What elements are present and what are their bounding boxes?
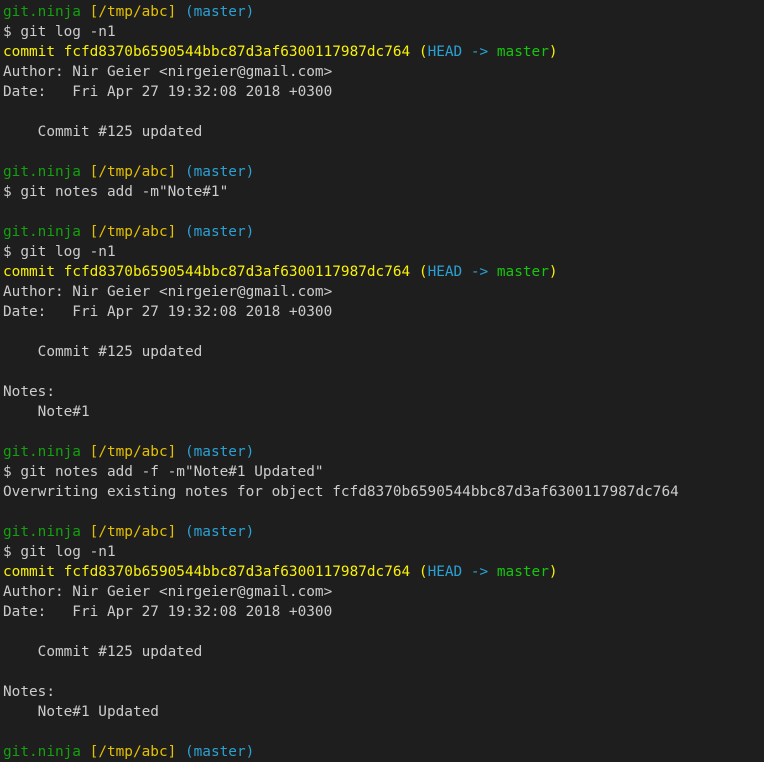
- ref-arrow: ->: [470, 564, 489, 580]
- master-ref: master: [496, 264, 549, 280]
- prompt-path: [/tmp/abc]: [89, 524, 177, 540]
- prompt-path: [/tmp/abc]: [89, 164, 177, 180]
- command-line: $ git log -n1: [3, 24, 116, 40]
- prompt-line: git.ninja [/tmp/abc] (master): [3, 222, 764, 242]
- prompt-path: [/tmp/abc]: [89, 444, 177, 460]
- note-text: Note#1: [3, 404, 90, 420]
- ref-arrow: ->: [470, 44, 489, 60]
- commit-message: Commit #125 updated: [3, 644, 203, 660]
- commit-message: Commit #125 updated: [3, 344, 203, 360]
- terminal-window[interactable]: git.ninja [/tmp/abc] (master) $ git log …: [0, 0, 764, 760]
- notes-header: Notes:: [3, 384, 55, 400]
- author-line: Author: Nir Geier <nirgeier@gmail.com>: [3, 64, 333, 80]
- prompt-line: git.ninja [/tmp/abc] (master): [3, 742, 764, 762]
- prompt-host: git.ninja: [3, 744, 81, 760]
- commit-message: Commit #125 updated: [3, 124, 203, 140]
- master-ref: master: [496, 564, 549, 580]
- commit-line: commit fcfd8370b6590544bbc87d3af63001179…: [3, 562, 764, 582]
- notes-header: Notes:: [3, 684, 55, 700]
- commit-word: commit: [3, 264, 55, 280]
- prompt-branch: (master): [184, 744, 255, 760]
- date-line: Date: Fri Apr 27 19:32:08 2018 +0300: [3, 604, 333, 620]
- commit-word: commit: [3, 564, 55, 580]
- prompt-branch: (master): [184, 4, 255, 20]
- commit-hash: fcfd8370b6590544bbc87d3af6300117987dc764: [63, 564, 411, 580]
- prompt-branch: (master): [184, 524, 255, 540]
- prompt-branch: (master): [184, 224, 255, 240]
- head-ref: HEAD: [427, 264, 463, 280]
- paren-open: (: [418, 264, 428, 280]
- master-ref: master: [496, 44, 549, 60]
- prompt-path: [/tmp/abc]: [89, 744, 177, 760]
- paren-open: (: [418, 44, 428, 60]
- prompt-path: [/tmp/abc]: [89, 4, 177, 20]
- prompt-line: git.ninja [/tmp/abc] (master): [3, 2, 764, 22]
- command-line: $ git notes add -m"Note#1": [3, 184, 229, 200]
- author-line: Author: Nir Geier <nirgeier@gmail.com>: [3, 584, 333, 600]
- prompt-host: git.ninja: [3, 224, 81, 240]
- head-ref: HEAD: [427, 44, 463, 60]
- prompt-line: git.ninja [/tmp/abc] (master): [3, 522, 764, 542]
- prompt-line: git.ninja [/tmp/abc] (master): [3, 442, 764, 462]
- paren-close: ): [548, 264, 558, 280]
- overwrite-output: Overwriting existing notes for object fc…: [3, 484, 679, 500]
- prompt-host: git.ninja: [3, 444, 81, 460]
- commit-line: commit fcfd8370b6590544bbc87d3af63001179…: [3, 42, 764, 62]
- date-line: Date: Fri Apr 27 19:32:08 2018 +0300: [3, 84, 333, 100]
- command-line: $ git notes add -f -m"Note#1 Updated": [3, 464, 324, 480]
- note-text: Note#1 Updated: [3, 704, 159, 720]
- prompt-branch: (master): [184, 444, 255, 460]
- prompt-host: git.ninja: [3, 164, 81, 180]
- paren-close: ): [548, 564, 558, 580]
- paren-open: (: [418, 564, 428, 580]
- commit-hash: fcfd8370b6590544bbc87d3af6300117987dc764: [63, 264, 411, 280]
- commit-word: commit: [3, 44, 55, 60]
- author-line: Author: Nir Geier <nirgeier@gmail.com>: [3, 284, 333, 300]
- prompt-host: git.ninja: [3, 4, 81, 20]
- prompt-path: [/tmp/abc]: [89, 224, 177, 240]
- paren-close: ): [548, 44, 558, 60]
- prompt-branch: (master): [184, 164, 255, 180]
- ref-arrow: ->: [470, 264, 489, 280]
- prompt-host: git.ninja: [3, 524, 81, 540]
- head-ref: HEAD: [427, 564, 463, 580]
- commit-hash: fcfd8370b6590544bbc87d3af6300117987dc764: [63, 44, 411, 60]
- command-line: $ git log -n1: [3, 244, 116, 260]
- commit-line: commit fcfd8370b6590544bbc87d3af63001179…: [3, 262, 764, 282]
- command-line: $ git log -n1: [3, 544, 116, 560]
- date-line: Date: Fri Apr 27 19:32:08 2018 +0300: [3, 304, 333, 320]
- prompt-line: git.ninja [/tmp/abc] (master): [3, 162, 764, 182]
